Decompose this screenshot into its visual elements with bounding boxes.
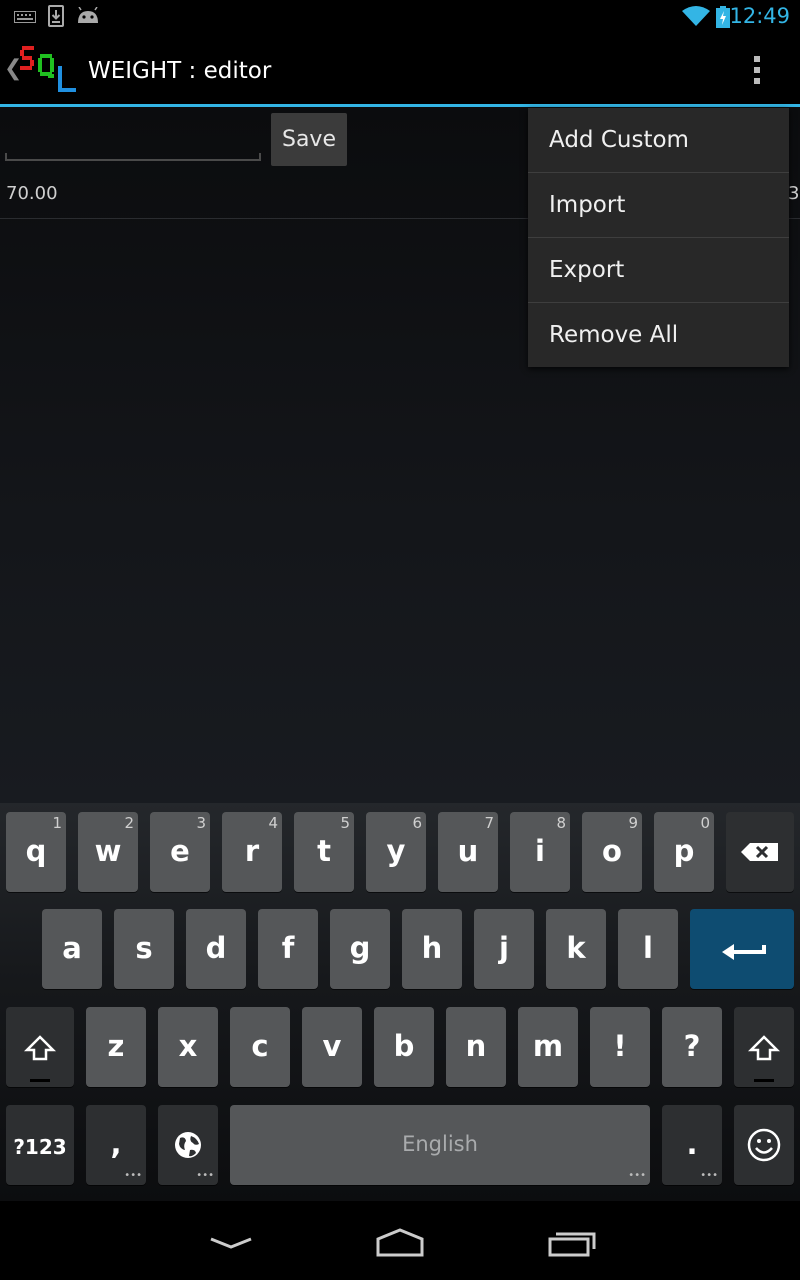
key-j[interactable]: j bbox=[474, 909, 534, 989]
key-label: o bbox=[602, 834, 622, 868]
key-label: ?123 bbox=[13, 1135, 67, 1159]
smiley-icon bbox=[747, 1128, 781, 1162]
key-label: e bbox=[170, 834, 190, 868]
key-label: p bbox=[673, 834, 695, 868]
space-key[interactable]: English ••• bbox=[230, 1105, 650, 1185]
wifi-icon bbox=[682, 6, 710, 26]
key-v[interactable]: v bbox=[302, 1007, 362, 1087]
key-d[interactable]: d bbox=[186, 909, 246, 989]
enter-arrow-icon bbox=[722, 944, 766, 960]
symbols-key[interactable]: ?123 bbox=[6, 1105, 74, 1185]
key-n[interactable]: n bbox=[446, 1007, 506, 1087]
key-label: , bbox=[110, 1127, 122, 1161]
shift-key-right[interactable] bbox=[734, 1007, 794, 1087]
page-title: WEIGHT : editor bbox=[88, 58, 272, 84]
key-x[interactable]: x bbox=[158, 1007, 218, 1087]
key-hint: 5 bbox=[340, 814, 350, 832]
more-dots: ••• bbox=[628, 1170, 646, 1181]
menu-item-import[interactable]: Import bbox=[528, 173, 789, 238]
space-label: English bbox=[402, 1132, 478, 1156]
key-hint: 7 bbox=[484, 814, 494, 832]
key-question[interactable]: ? bbox=[662, 1007, 722, 1087]
key-hint: 2 bbox=[124, 814, 134, 832]
key-label: . bbox=[686, 1127, 698, 1161]
row-trailing-value: 3 bbox=[788, 183, 800, 204]
key-label: y bbox=[386, 834, 406, 868]
key-r[interactable]: r4 bbox=[222, 812, 282, 892]
key-f[interactable]: f bbox=[258, 909, 318, 989]
download-icon bbox=[48, 5, 64, 27]
key-hint: 9 bbox=[628, 814, 638, 832]
save-button[interactable]: Save bbox=[271, 113, 347, 166]
key-l[interactable]: l bbox=[618, 909, 678, 989]
key-hint: 6 bbox=[412, 814, 422, 832]
keyboard-icon bbox=[14, 11, 36, 23]
key-hint: 8 bbox=[556, 814, 566, 832]
key-label: q bbox=[25, 834, 47, 868]
overflow-menu: Add Custom Import Export Remove All bbox=[528, 108, 789, 367]
key-e[interactable]: e3 bbox=[150, 812, 210, 892]
shift-key-left[interactable] bbox=[6, 1007, 74, 1087]
key-label: w bbox=[94, 834, 122, 868]
key-y[interactable]: y6 bbox=[366, 812, 426, 892]
enter-key[interactable] bbox=[690, 909, 794, 989]
recent-apps-icon[interactable] bbox=[546, 1229, 598, 1259]
shift-arrow-icon bbox=[747, 1035, 781, 1082]
period-key[interactable]: . ••• bbox=[662, 1105, 722, 1185]
key-k[interactable]: k bbox=[546, 909, 606, 989]
key-h[interactable]: h bbox=[402, 909, 462, 989]
home-icon[interactable] bbox=[374, 1227, 426, 1259]
key-hint: 4 bbox=[268, 814, 278, 832]
key-a[interactable]: a bbox=[42, 909, 102, 989]
more-dots: ••• bbox=[196, 1170, 214, 1181]
navigation-bar bbox=[0, 1201, 800, 1280]
back-chevron-down-icon[interactable] bbox=[208, 1235, 254, 1251]
key-hint: 1 bbox=[52, 814, 62, 832]
key-p[interactable]: p0 bbox=[654, 812, 714, 892]
key-label: r bbox=[244, 834, 260, 868]
emoji-key[interactable] bbox=[734, 1105, 794, 1185]
backspace-key[interactable] bbox=[726, 812, 794, 892]
value-input[interactable] bbox=[5, 127, 261, 161]
menu-item-remove-all[interactable]: Remove All bbox=[528, 303, 789, 368]
key-label: i bbox=[535, 834, 545, 868]
key-label: u bbox=[457, 834, 479, 868]
key-g[interactable]: g bbox=[330, 909, 390, 989]
app-logo[interactable] bbox=[18, 40, 80, 96]
key-q[interactable]: q1 bbox=[6, 812, 66, 892]
action-bar: ❮ WEIGHT : editor bbox=[0, 34, 800, 106]
key-hint: 0 bbox=[700, 814, 710, 832]
more-dots: ••• bbox=[124, 1170, 142, 1181]
language-key[interactable]: ••• bbox=[158, 1105, 218, 1185]
backspace-icon bbox=[741, 843, 778, 861]
soft-keyboard: q1 w2 e3 r4 t5 y6 u7 i8 o9 p0 a s d f g … bbox=[0, 803, 800, 1201]
key-i[interactable]: i8 bbox=[510, 812, 570, 892]
key-exclamation[interactable]: ! bbox=[590, 1007, 650, 1087]
overflow-menu-icon[interactable] bbox=[740, 50, 774, 90]
android-icon bbox=[78, 7, 98, 23]
shift-arrow-icon bbox=[23, 1035, 57, 1082]
more-dots: ••• bbox=[700, 1170, 718, 1181]
battery-charging-icon bbox=[716, 6, 730, 28]
key-u[interactable]: u7 bbox=[438, 812, 498, 892]
row-value: 70.00 bbox=[6, 183, 58, 204]
key-z[interactable]: z bbox=[86, 1007, 146, 1087]
key-w[interactable]: w2 bbox=[78, 812, 138, 892]
key-s[interactable]: s bbox=[114, 909, 174, 989]
menu-item-add-custom[interactable]: Add Custom bbox=[528, 108, 789, 173]
key-b[interactable]: b bbox=[374, 1007, 434, 1087]
key-hint: 3 bbox=[196, 814, 206, 832]
comma-key[interactable]: , ••• bbox=[86, 1105, 146, 1185]
key-c[interactable]: c bbox=[230, 1007, 290, 1087]
key-t[interactable]: t5 bbox=[294, 812, 354, 892]
clock: 12:49 bbox=[729, 4, 790, 28]
key-label: t bbox=[317, 834, 331, 868]
status-bar: 12:49 bbox=[0, 0, 800, 34]
key-o[interactable]: o9 bbox=[582, 812, 642, 892]
key-m[interactable]: m bbox=[518, 1007, 578, 1087]
menu-item-export[interactable]: Export bbox=[528, 238, 789, 303]
